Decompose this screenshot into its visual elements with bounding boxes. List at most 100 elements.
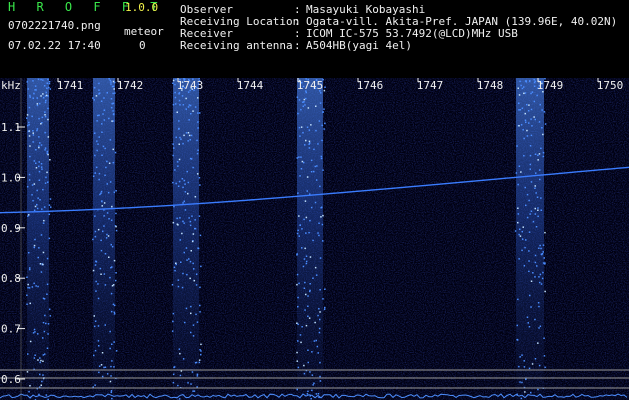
signal-speck <box>317 352 319 354</box>
signal-speck <box>302 132 304 134</box>
signal-speck <box>189 224 192 227</box>
signal-speck <box>48 213 50 216</box>
signal-speck <box>532 272 534 274</box>
signal-speck <box>186 259 188 261</box>
signal-speck <box>317 393 320 395</box>
signal-speck <box>47 78 49 81</box>
signal-speck <box>303 98 306 101</box>
signal-speck <box>521 354 523 356</box>
signal-speck <box>524 186 526 189</box>
signal-speck <box>94 235 97 238</box>
signal-speck <box>94 230 97 233</box>
signal-speck <box>110 391 112 394</box>
signal-speck <box>98 136 100 138</box>
signal-speck <box>46 347 49 349</box>
signal-speck <box>36 129 38 132</box>
signal-speck <box>114 81 116 84</box>
signal-speck <box>518 102 520 104</box>
signal-speck <box>189 157 192 160</box>
signal-speck <box>43 298 46 300</box>
signal-speck <box>536 265 538 267</box>
signal-speck <box>306 393 309 395</box>
signal-speck <box>302 105 304 107</box>
signal-speck <box>530 210 533 212</box>
signal-speck <box>319 375 321 378</box>
signal-speck <box>305 293 307 296</box>
signal-speck <box>173 366 176 368</box>
signal-speck <box>307 349 309 351</box>
signal-speck <box>321 124 323 127</box>
signal-speck <box>526 103 528 106</box>
signal-speck <box>33 357 36 359</box>
signal-speck <box>534 261 537 264</box>
signal-speck <box>183 251 185 254</box>
signal-speck <box>179 104 181 106</box>
signal-speck <box>185 247 188 249</box>
signal-speck <box>534 318 536 321</box>
signal-speck <box>298 126 301 129</box>
signal-speck <box>29 267 31 269</box>
signal-speck <box>515 172 518 174</box>
signal-speck <box>178 92 181 94</box>
signal-speck <box>33 244 36 247</box>
signal-speck <box>197 97 199 99</box>
signal-speck <box>528 270 530 273</box>
signal-speck <box>298 99 301 101</box>
signal-speck <box>109 347 111 350</box>
signal-speck <box>324 86 326 88</box>
signal-speck <box>305 262 308 265</box>
signal-speck <box>196 373 199 376</box>
signal-speck <box>173 147 175 149</box>
signal-speck <box>171 330 174 332</box>
antenna-colon: : <box>294 39 301 52</box>
signal-speck <box>322 111 324 113</box>
signal-speck <box>195 273 198 275</box>
signal-speck <box>26 303 28 305</box>
signal-speck <box>199 311 201 313</box>
signal-speck <box>184 183 186 185</box>
signal-speck <box>534 153 537 155</box>
signal-speck <box>527 110 530 112</box>
signal-speck <box>177 165 179 167</box>
signal-speck <box>47 95 49 97</box>
signal-speck <box>304 281 306 284</box>
signal-speck <box>28 135 31 137</box>
signal-speck <box>319 361 321 364</box>
signal-speck <box>300 108 302 111</box>
signal-speck <box>517 298 519 301</box>
signal-speck <box>42 374 44 376</box>
signal-speck <box>200 343 202 346</box>
signal-speck <box>45 94 48 97</box>
signal-speck <box>296 96 299 98</box>
signal-speck <box>297 323 299 326</box>
signal-speck <box>540 209 542 211</box>
signal-speck <box>172 221 175 224</box>
signal-speck <box>93 315 95 317</box>
signal-speck <box>530 118 532 120</box>
signal-speck <box>39 361 41 364</box>
signal-speck <box>33 183 36 185</box>
signal-speck <box>199 184 201 186</box>
signal-speck <box>47 153 49 156</box>
signal-speck <box>196 321 199 323</box>
signal-speck <box>317 232 319 234</box>
signal-speck <box>530 306 532 308</box>
signal-speck <box>33 282 35 285</box>
signal-speck <box>184 209 187 211</box>
signal-speck <box>299 135 301 137</box>
signal-speck <box>32 132 34 134</box>
signal-speck <box>110 219 113 221</box>
signal-speck <box>178 128 180 130</box>
signal-speck <box>199 304 201 307</box>
signal-speck <box>311 351 313 353</box>
signal-speck <box>42 93 44 95</box>
signal-speck <box>529 213 531 215</box>
signal-speck <box>314 165 316 168</box>
signal-speck <box>317 143 319 145</box>
signal-speck <box>543 257 545 259</box>
signal-speck <box>544 290 546 293</box>
signal-speck <box>104 174 106 176</box>
signal-speck <box>39 199 41 201</box>
signal-speck <box>188 258 190 260</box>
signal-speck <box>534 276 536 278</box>
